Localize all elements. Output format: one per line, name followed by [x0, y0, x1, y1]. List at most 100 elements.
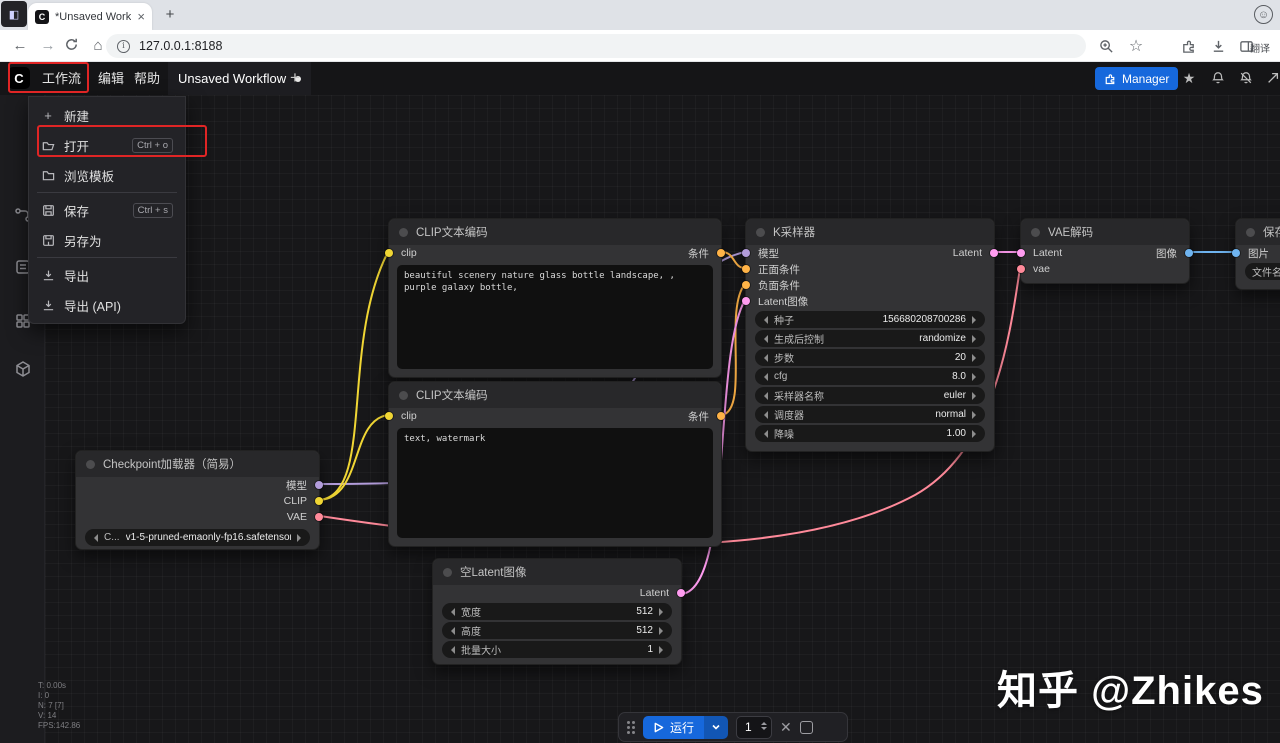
- widget-steps[interactable]: 步数 20: [755, 349, 985, 366]
- port-image-out[interactable]: [1185, 249, 1193, 257]
- download-icon[interactable]: [1208, 36, 1228, 56]
- site-info-icon[interactable]: i: [117, 39, 130, 53]
- decrement-icon[interactable]: [760, 334, 768, 343]
- widget-control-after-generate[interactable]: 生成后控制 randomize: [755, 330, 985, 347]
- translate-icon[interactable]: 翻译: [1250, 40, 1270, 55]
- decrement-icon[interactable]: [760, 372, 768, 381]
- menu-help[interactable]: 帮助: [128, 62, 166, 95]
- manager-button[interactable]: Manager: [1095, 67, 1179, 90]
- address-bar[interactable]: i 127.0.0.1:8188: [106, 34, 1086, 58]
- node-header[interactable]: CLIP文本编码: [389, 219, 721, 245]
- widget-height[interactable]: 高度 512: [442, 622, 672, 639]
- increment-icon[interactable]: [297, 533, 305, 542]
- increment-icon[interactable]: [972, 429, 980, 438]
- spinner-icon[interactable]: [761, 721, 768, 733]
- port-negative-in[interactable]: [742, 281, 750, 289]
- port-vae-in[interactable]: [1017, 265, 1025, 273]
- collapse-dot-icon[interactable]: [399, 390, 408, 400]
- bookmark-star-icon[interactable]: ☆: [1126, 36, 1146, 56]
- increment-icon[interactable]: [659, 607, 667, 616]
- menu-item-export[interactable]: 导出: [29, 260, 185, 290]
- decrement-icon[interactable]: [447, 607, 455, 616]
- increment-icon[interactable]: [972, 391, 980, 400]
- node-header[interactable]: CLIP文本编码: [389, 382, 721, 408]
- menu-edit[interactable]: 编辑: [92, 62, 130, 95]
- port-cond-out[interactable]: [717, 249, 725, 257]
- decrement-icon[interactable]: [447, 626, 455, 635]
- batch-count-input[interactable]: 1: [736, 715, 773, 739]
- zoom-icon[interactable]: [1096, 36, 1116, 56]
- decrement-icon[interactable]: [760, 353, 768, 362]
- port-model-in[interactable]: [742, 249, 750, 257]
- widget-denoise[interactable]: 降噪 1.00: [755, 425, 985, 442]
- increment-icon[interactable]: [659, 626, 667, 635]
- decrement-icon[interactable]: [90, 533, 98, 542]
- widget-scheduler[interactable]: 调度器 normal: [755, 406, 985, 423]
- extensions-puzzle-icon[interactable]: [1178, 36, 1198, 56]
- new-tab-button[interactable]: +: [160, 5, 180, 25]
- profile-circle-icon[interactable]: ☺: [1254, 5, 1273, 24]
- collapse-dot-icon[interactable]: [86, 459, 95, 469]
- collapse-dot-icon[interactable]: [399, 227, 408, 237]
- node-save-image[interactable]: 保存图像 图片 文件名前缀: [1232, 218, 1280, 290]
- port-clip-out[interactable]: [315, 497, 323, 505]
- node-header[interactable]: K采样器: [746, 219, 994, 245]
- widget-ckpt-name[interactable]: C... v1-5-pruned-emaonly-fp16.safetensor…: [85, 529, 310, 546]
- node-header[interactable]: VAE解码: [1021, 219, 1189, 245]
- node-canvas[interactable]: CLIP文本编码 clip 条件 beautiful scenery natur…: [45, 95, 1280, 743]
- increment-icon[interactable]: [972, 353, 980, 362]
- decrement-icon[interactable]: [447, 645, 455, 654]
- widget-batch-size[interactable]: 批量大小 1: [442, 641, 672, 658]
- port-cond-out[interactable]: [717, 412, 725, 420]
- add-workflow-button[interactable]: +: [290, 62, 300, 95]
- menu-item-save[interactable]: 保存 Ctrl + s: [29, 195, 185, 225]
- node-empty-latent[interactable]: 空Latent图像 Latent 宽度 512 高度 512 批量大小 1: [432, 558, 685, 665]
- node-clip-text-encode-positive[interactable]: CLIP文本编码 clip 条件 beautiful scenery natur…: [385, 218, 725, 378]
- share-icon[interactable]: [1263, 68, 1280, 88]
- menu-item-open[interactable]: 打开 Ctrl + o: [29, 130, 185, 160]
- increment-icon[interactable]: [972, 315, 980, 324]
- decrement-icon[interactable]: [760, 391, 768, 400]
- node-header[interactable]: 保存图像: [1236, 219, 1280, 245]
- back-icon[interactable]: ←: [10, 37, 30, 55]
- port-image-in[interactable]: [1232, 249, 1240, 257]
- collapse-dot-icon[interactable]: [443, 567, 452, 577]
- stop-checkbox-icon[interactable]: [799, 720, 813, 734]
- port-latent-in[interactable]: [742, 297, 750, 305]
- port-model-out[interactable]: [315, 481, 323, 489]
- comfyui-logo-icon[interactable]: C: [8, 67, 30, 89]
- port-clip-in[interactable]: [385, 412, 393, 420]
- collapse-dot-icon[interactable]: [756, 227, 765, 237]
- menu-item-browse-templates[interactable]: 浏览模板: [29, 160, 185, 190]
- menu-item-save-as[interactable]: 另存为: [29, 225, 185, 255]
- port-latent-in[interactable]: [1017, 249, 1025, 257]
- node-clip-text-encode-negative[interactable]: CLIP文本编码 clip 条件 text, watermark: [385, 381, 725, 547]
- widget-filename-prefix[interactable]: 文件名前缀: [1245, 263, 1280, 280]
- port-vae-out[interactable]: [315, 513, 323, 521]
- tab-close-icon[interactable]: ×: [137, 10, 145, 23]
- widget-width[interactable]: 宽度 512: [442, 603, 672, 620]
- node-checkpoint-loader[interactable]: Checkpoint加载器（简易） 模型 CLIP VAE C... v1-5-…: [75, 450, 323, 550]
- sidebar-model-library-icon[interactable]: [13, 359, 33, 379]
- prompt-textarea[interactable]: beautiful scenery nature glass bottle la…: [397, 265, 713, 369]
- node-header[interactable]: Checkpoint加载器（简易）: [76, 451, 319, 477]
- increment-icon[interactable]: [972, 334, 980, 343]
- menu-item-new[interactable]: + 新建: [29, 100, 185, 130]
- node-header[interactable]: 空Latent图像: [433, 559, 681, 585]
- forward-icon[interactable]: →: [38, 37, 58, 55]
- increment-icon[interactable]: [659, 645, 667, 654]
- decrement-icon[interactable]: [760, 429, 768, 438]
- widget-seed[interactable]: 种子 156680208700286: [755, 311, 985, 328]
- bell-muted-icon[interactable]: [1236, 68, 1256, 88]
- run-button[interactable]: 运行: [643, 715, 705, 739]
- collapse-dot-icon[interactable]: [1246, 227, 1255, 237]
- bell-icon[interactable]: [1208, 68, 1228, 88]
- port-latent-out[interactable]: [990, 249, 998, 257]
- decrement-icon[interactable]: [760, 315, 768, 324]
- widget-sampler-name[interactable]: 采样器名称 euler: [755, 387, 985, 404]
- browser-tab[interactable]: C *Unsaved Workfl ×: [28, 3, 152, 30]
- increment-icon[interactable]: [972, 372, 980, 381]
- port-latent-out[interactable]: [677, 589, 685, 597]
- home-icon[interactable]: ⌂: [88, 37, 108, 55]
- decrement-icon[interactable]: [760, 410, 768, 419]
